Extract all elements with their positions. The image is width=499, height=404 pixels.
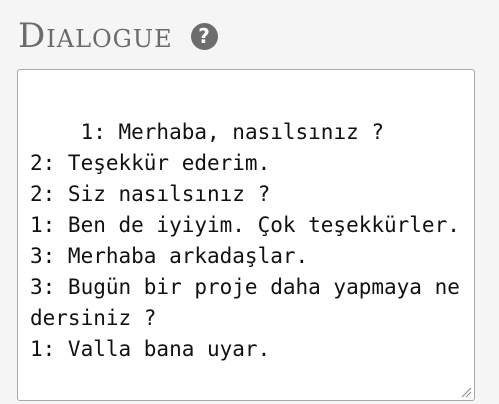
dialogue-title: Dialogue bbox=[18, 16, 173, 56]
dialogue-text: 1: Merhaba, nasılsınız ? 2: Teşekkür ede… bbox=[30, 120, 460, 361]
dialogue-panel: Dialogue ? 1: Merhaba, nasılsınız ? 2: T… bbox=[0, 0, 499, 404]
question-circle-icon[interactable]: ? bbox=[190, 22, 218, 50]
dialogue-textarea[interactable]: 1: Merhaba, nasılsınız ? 2: Teşekkür ede… bbox=[17, 69, 475, 401]
resize-grip-icon[interactable] bbox=[460, 386, 472, 398]
dialogue-header: Dialogue ? bbox=[18, 14, 218, 58]
